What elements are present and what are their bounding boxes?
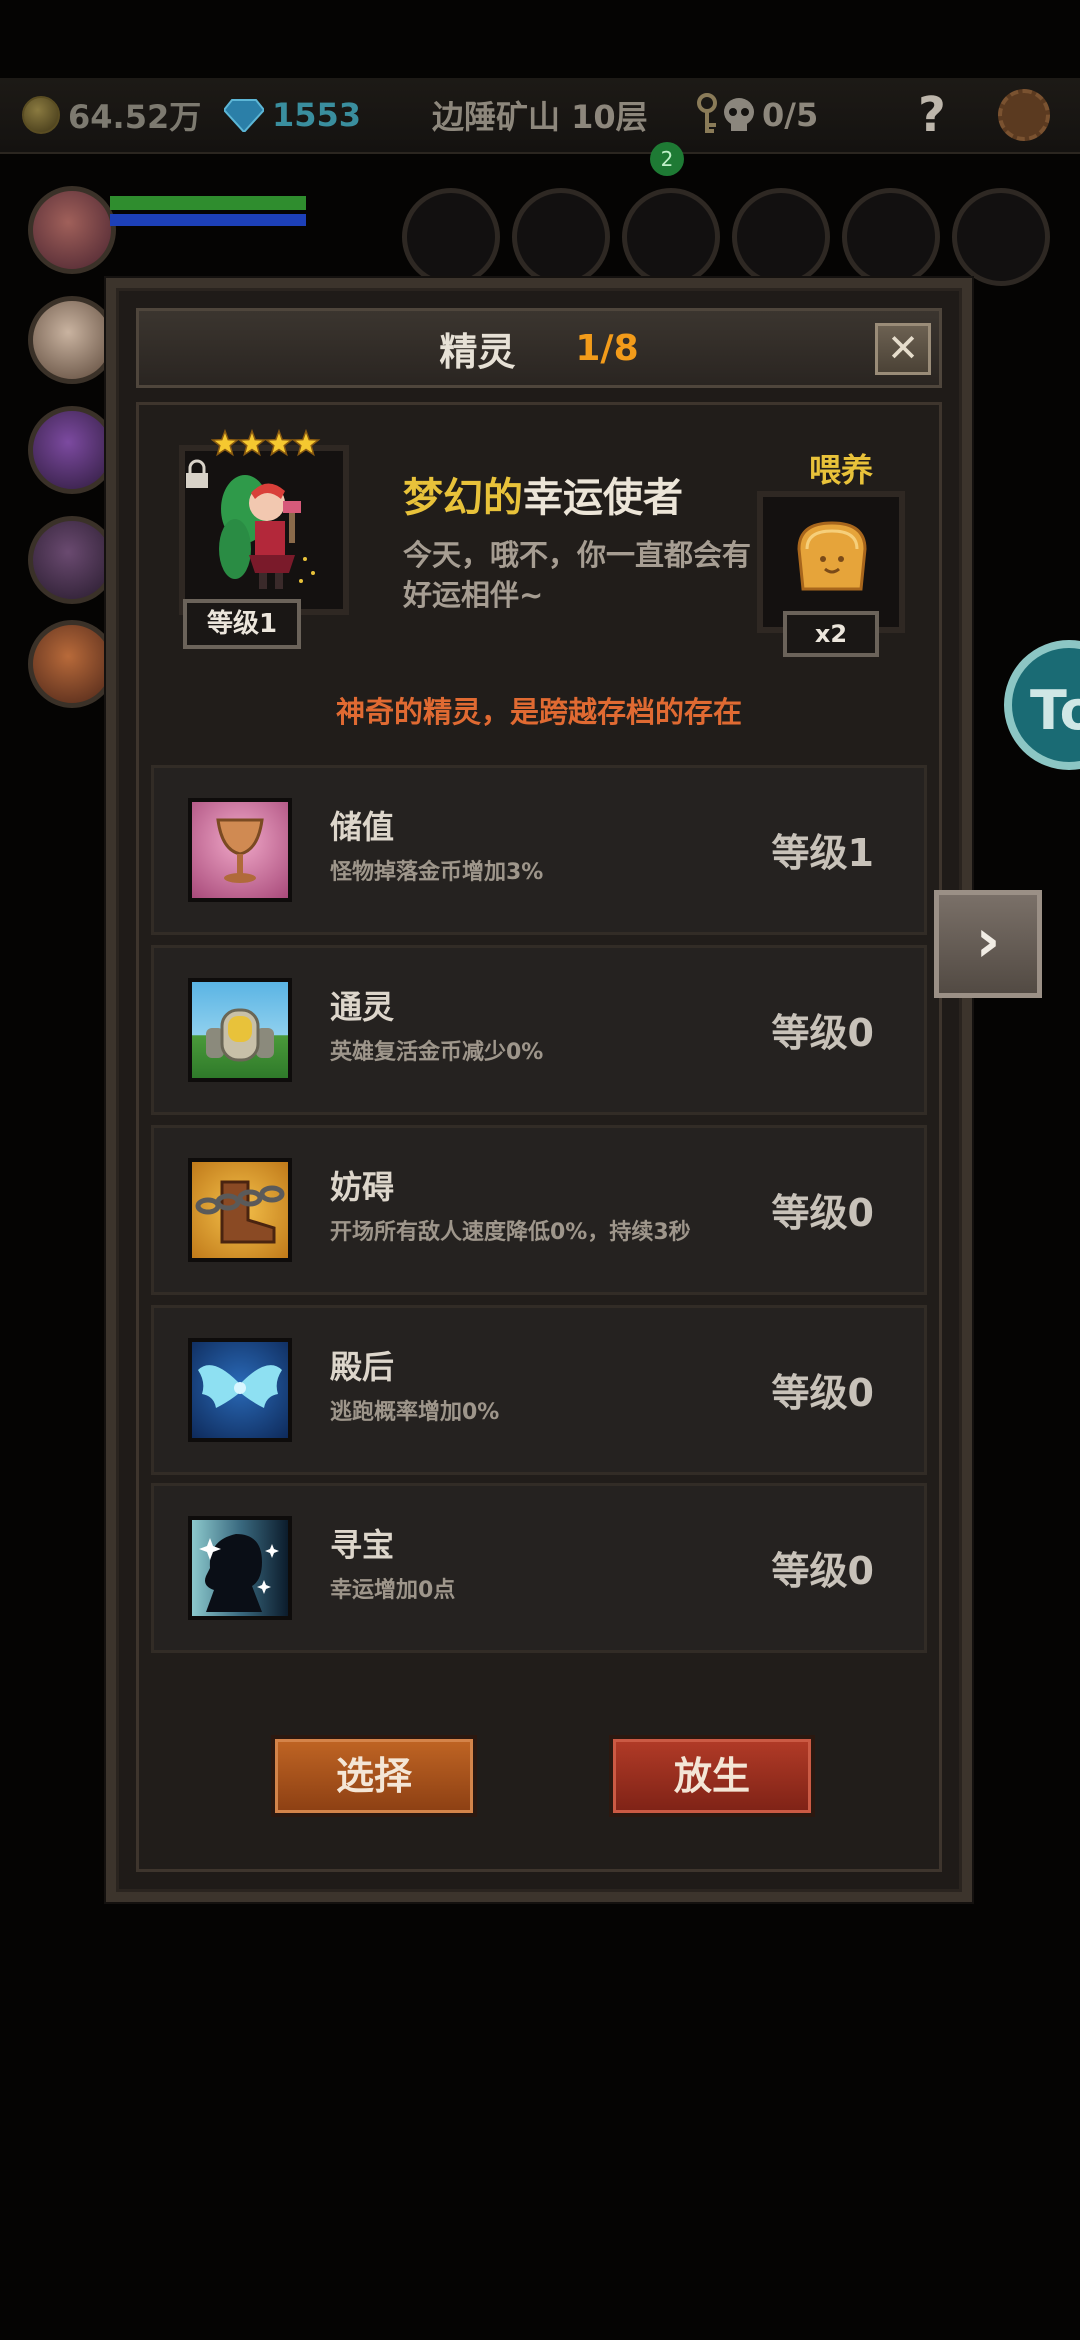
skill-level: 等级0: [771, 1371, 874, 1415]
hero-portrait[interactable]: [28, 516, 116, 604]
gold-counter: 64.52万: [22, 78, 201, 152]
star-icon: [264, 429, 294, 457]
sprite-name: 梦幻的幸运使者: [403, 465, 683, 523]
gem-value: 1553: [272, 96, 362, 134]
skill-slot[interactable]: [732, 188, 830, 286]
close-button[interactable]: ✕: [875, 323, 931, 375]
release-button[interactable]: 放生: [609, 1735, 815, 1817]
skill-row[interactable]: 寻宝 幸运增加0点 等级0: [151, 1483, 927, 1653]
chained-boot-icon: [188, 1158, 292, 1262]
health-bar: [110, 196, 306, 210]
skill-slot[interactable]: [842, 188, 940, 286]
sprite-portrait[interactable]: [179, 429, 349, 615]
settings-button[interactable]: [998, 78, 1050, 152]
skill-description: 英雄复活金币减少0%: [330, 1040, 544, 1065]
skull-count: 0/5: [762, 96, 819, 134]
sprite-tagline: 神奇的精灵，是跨越存档的存在: [335, 695, 742, 729]
goblet-icon: [188, 798, 292, 902]
lock-icon: [186, 459, 208, 488]
skill-slot[interactable]: [512, 188, 610, 286]
dialog-title-bar: 精灵 1/8 ✕: [136, 308, 942, 388]
skill-name: 殿后: [330, 1348, 395, 1386]
skill-level: 等级0: [771, 1549, 874, 1593]
skull-icon: [724, 98, 754, 131]
skill-level: 等级0: [771, 1191, 874, 1235]
help-button[interactable]: ?: [918, 78, 946, 152]
feed-count: x2: [783, 611, 879, 657]
silhouette-sparkle-icon: [188, 1516, 292, 1620]
star-icon: [291, 429, 321, 457]
mana-bar: [110, 214, 306, 226]
star-icon: [211, 429, 240, 457]
hero-portrait[interactable]: [28, 296, 116, 384]
skill-row[interactable]: 妨碍 开场所有敌人速度降低0%，持续3秒 等级0: [151, 1125, 927, 1295]
feed-label: 喂养: [808, 451, 873, 489]
dialog-title: 精灵: [439, 329, 516, 374]
notification-badge: 2: [650, 142, 684, 176]
top-hud: 64.52万 1553 边陲矿山 10层 0/5 ?: [0, 78, 1080, 154]
skill-name: 妨碍: [330, 1168, 395, 1206]
skill-slot[interactable]: [952, 188, 1050, 286]
gem-counter: 1553: [224, 78, 361, 152]
hero-portrait[interactable]: [28, 406, 116, 494]
skill-name: 通灵: [330, 988, 395, 1026]
skill-name: 储值: [330, 808, 395, 846]
skill-level: 等级1: [771, 831, 874, 875]
hero-portrait[interactable]: [28, 620, 116, 708]
sprite-name-noun: 幸运使者: [523, 475, 683, 521]
location-label: 边陲矿山 10层: [432, 98, 648, 136]
coin-icon: [22, 96, 60, 134]
star-rating: [211, 429, 321, 457]
hero-portrait[interactable]: [28, 186, 116, 274]
skill-slot[interactable]: [402, 188, 500, 286]
key-icon: [697, 93, 717, 133]
gear-icon: [998, 89, 1050, 141]
sprite-dialog: 精灵 1/8 ✕ 等级1 梦幻的幸运使者 今天，哦不，你一直都会有好运相伴~ 喂…: [106, 278, 972, 1902]
skill-slot[interactable]: [622, 188, 720, 286]
gem-icon: [224, 99, 264, 132]
skill-row[interactable]: 殿后 逃跑概率增加0% 等级0: [151, 1305, 927, 1475]
page-indicator: 1/8: [575, 327, 639, 369]
bread-icon: [797, 521, 867, 591]
dialog-content: 等级1 梦幻的幸运使者 今天，哦不，你一直都会有好运相伴~ 喂养 x2 神奇的精…: [136, 402, 942, 1872]
skill-description: 开场所有敌人速度降低0%，持续3秒: [330, 1220, 691, 1245]
sprite-description: 今天，哦不，你一直都会有好运相伴~: [403, 538, 752, 612]
tombstone-icon: [188, 978, 292, 1082]
skill-description: 逃跑概率增加0%: [330, 1400, 500, 1425]
key-skull-counter[interactable]: 0/5: [692, 78, 818, 152]
skill-level: 等级0: [771, 1011, 874, 1055]
skill-row[interactable]: 通灵 英雄复活金币减少0% 等级0: [151, 945, 927, 1115]
sprite-level-tag: 等级1: [183, 599, 301, 649]
skill-description: 幸运增加0点: [330, 1578, 456, 1603]
sprite-character-image: [219, 475, 315, 589]
help-icon: ?: [918, 87, 946, 143]
skill-name: 寻宝: [330, 1526, 395, 1564]
select-button[interactable]: 选择: [271, 1735, 477, 1817]
skill-row[interactable]: 储值 怪物掉落金币增加3% 等级1: [151, 765, 927, 935]
next-page-button[interactable]: ›: [934, 890, 1042, 998]
wings-icon: [188, 1338, 292, 1442]
star-icon: [237, 429, 267, 457]
side-action-button[interactable]: To: [1004, 640, 1080, 770]
gold-value: 64.52万: [68, 98, 202, 136]
skill-description: 怪物掉落金币增加3%: [330, 860, 544, 885]
sprite-name-adjective: 梦幻的: [403, 475, 523, 521]
